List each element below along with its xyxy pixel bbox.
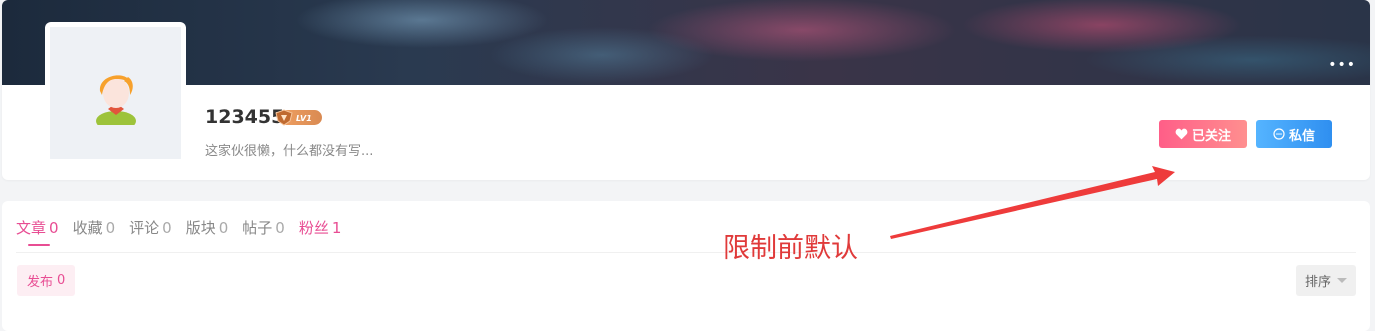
more-icon[interactable]: ••• (1328, 58, 1356, 72)
tab-count: 0 (49, 219, 59, 237)
tab-sections[interactable]: 版块 0 (186, 218, 229, 238)
tab-label: 版块 (185, 219, 216, 237)
user-bio: 这家伙很懒，什么都没有写... (205, 144, 374, 159)
tab-label: 评论 (129, 219, 160, 237)
tab-divider (16, 252, 1356, 253)
tab-posts[interactable]: 帖子 0 (242, 218, 285, 238)
tab-count: 0 (105, 219, 116, 237)
heart-icon (1175, 128, 1188, 140)
tab-count: 1 (331, 219, 342, 237)
message-button-label: 私信 (1288, 128, 1315, 144)
tab-label: 帖子 (242, 219, 273, 237)
avatar[interactable] (45, 22, 186, 159)
tab-label: 粉丝 (298, 219, 329, 237)
chat-bubble-icon (1273, 128, 1285, 140)
level-badge-icon: LV1 (275, 109, 322, 126)
tab-comments[interactable]: 评论 0 (129, 218, 172, 238)
tab-label: 收藏 (72, 219, 103, 237)
tab-bar: 文章 0 收藏 0 评论 0 版块 0 帖子 0 粉丝 1 (16, 218, 355, 246)
message-button[interactable]: 私信 (1256, 120, 1332, 148)
content-card: 文章 0 收藏 0 评论 0 版块 0 帖子 0 粉丝 1 发布 0 排序 (2, 201, 1370, 331)
tab-count: 0 (162, 219, 172, 237)
publish-label: 发布 (27, 275, 54, 290)
chevron-down-icon (1337, 278, 1347, 283)
tab-favorites[interactable]: 收藏 0 (73, 218, 116, 238)
cover-banner (2, 0, 1370, 85)
profile-card: ••• 123455 LV1 这家伙很懒，什么都没有写... 已关注 私信 (2, 0, 1370, 180)
sort-label: 排序 (1304, 275, 1331, 290)
follow-button[interactable]: 已关注 (1159, 120, 1247, 148)
publish-count: 0 (57, 273, 66, 288)
avatar-placeholder-icon (96, 75, 136, 125)
tab-count: 0 (275, 219, 285, 237)
sort-dropdown[interactable]: 排序 (1296, 265, 1356, 296)
level-badge-label: LV1 (296, 114, 312, 123)
avatar-placeholder (50, 27, 181, 159)
follow-button-label: 已关注 (1191, 128, 1231, 144)
username: 123455 (205, 106, 285, 128)
tab-label: 文章 (16, 219, 47, 237)
annotation-text: 限制前默认 (723, 233, 858, 264)
tab-articles[interactable]: 文章 0 (16, 218, 59, 246)
publish-filter-chip[interactable]: 发布 0 (17, 265, 76, 296)
tab-fans[interactable]: 粉丝 1 (299, 218, 342, 238)
tab-count: 0 (218, 219, 229, 237)
